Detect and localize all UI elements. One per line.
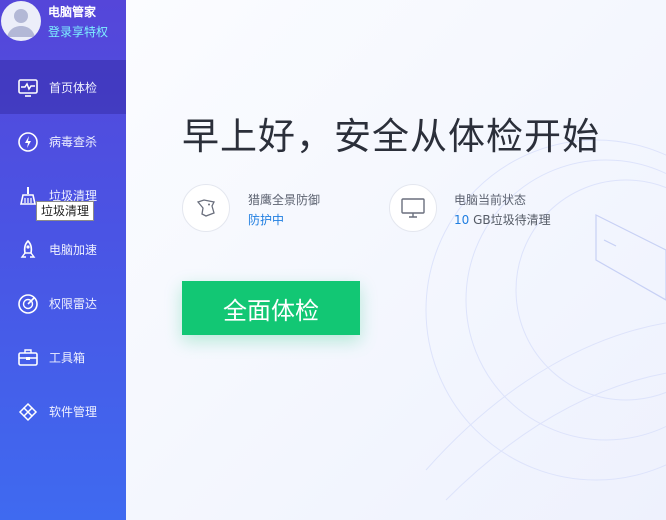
defense-title: 猎鹰全景防御 — [248, 193, 321, 207]
sidebar-item-label: 病毒查杀 — [49, 135, 98, 149]
junk-amount: 10 — [454, 213, 470, 227]
decorative-background — [425, 139, 666, 501]
app-name: 电脑管家 — [48, 5, 97, 19]
toolbox-icon — [17, 347, 39, 369]
sidebar-item-home-checkup[interactable]: 首页体检 — [0, 60, 126, 114]
pc-status-circle[interactable] — [389, 184, 437, 232]
sidebar-item-label: 电脑加速 — [49, 243, 98, 257]
user-icon — [7, 9, 35, 37]
eagle-icon — [196, 199, 215, 217]
monitor-icon — [401, 198, 425, 218]
lightning-shield-icon — [17, 131, 39, 153]
sidebar-item-label: 工具箱 — [49, 351, 86, 365]
defense-status: 防护中 — [248, 213, 285, 227]
monitor-pulse-icon — [17, 77, 39, 99]
greeting-heading: 早上好，安全从体检开始 — [182, 115, 600, 158]
radar-icon — [17, 293, 39, 315]
pc-status-value: 10 GB垃圾待清理 — [454, 211, 551, 228]
sidebar-item-software-management[interactable]: 软件管理 — [0, 384, 126, 438]
login-link[interactable]: 登录享特权 — [48, 23, 108, 40]
pc-status-title: 电脑当前状态 — [454, 193, 527, 207]
sidebar-item-label: 软件管理 — [49, 405, 98, 419]
main-panel: 早上好，安全从体检开始 猎鹰全景防御 防护中 电脑当前状态 10 GB垃圾待清理… — [126, 0, 666, 520]
sidebar: 电脑管家 登录享特权 首页体检 病毒查杀 垃圾清理 电脑加速 权限雷达 工具箱 … — [0, 0, 126, 520]
profile-area: 电脑管家 登录享特权 — [0, 0, 126, 60]
sidebar-item-label: 首页体检 — [49, 81, 98, 95]
defense-status-circle[interactable] — [182, 184, 230, 232]
sidebar-item-permission-radar[interactable]: 权限雷达 — [0, 276, 126, 330]
junk-unit-text: GB垃圾待清理 — [473, 213, 551, 227]
rocket-icon — [17, 239, 39, 261]
tooltip: 垃圾清理 — [36, 201, 95, 221]
sidebar-item-label: 权限雷达 — [49, 297, 98, 311]
sidebar-nav: 首页体检 病毒查杀 垃圾清理 电脑加速 权限雷达 工具箱 软件管理 — [0, 60, 126, 438]
sidebar-item-virus-scan[interactable]: 病毒查杀 — [0, 114, 126, 168]
full-scan-button[interactable]: 全面体检 — [182, 281, 360, 335]
sidebar-item-toolbox[interactable]: 工具箱 — [0, 330, 126, 384]
software-icon — [17, 401, 39, 423]
sidebar-item-speed-up[interactable]: 电脑加速 — [0, 222, 126, 276]
avatar[interactable] — [1, 1, 41, 41]
